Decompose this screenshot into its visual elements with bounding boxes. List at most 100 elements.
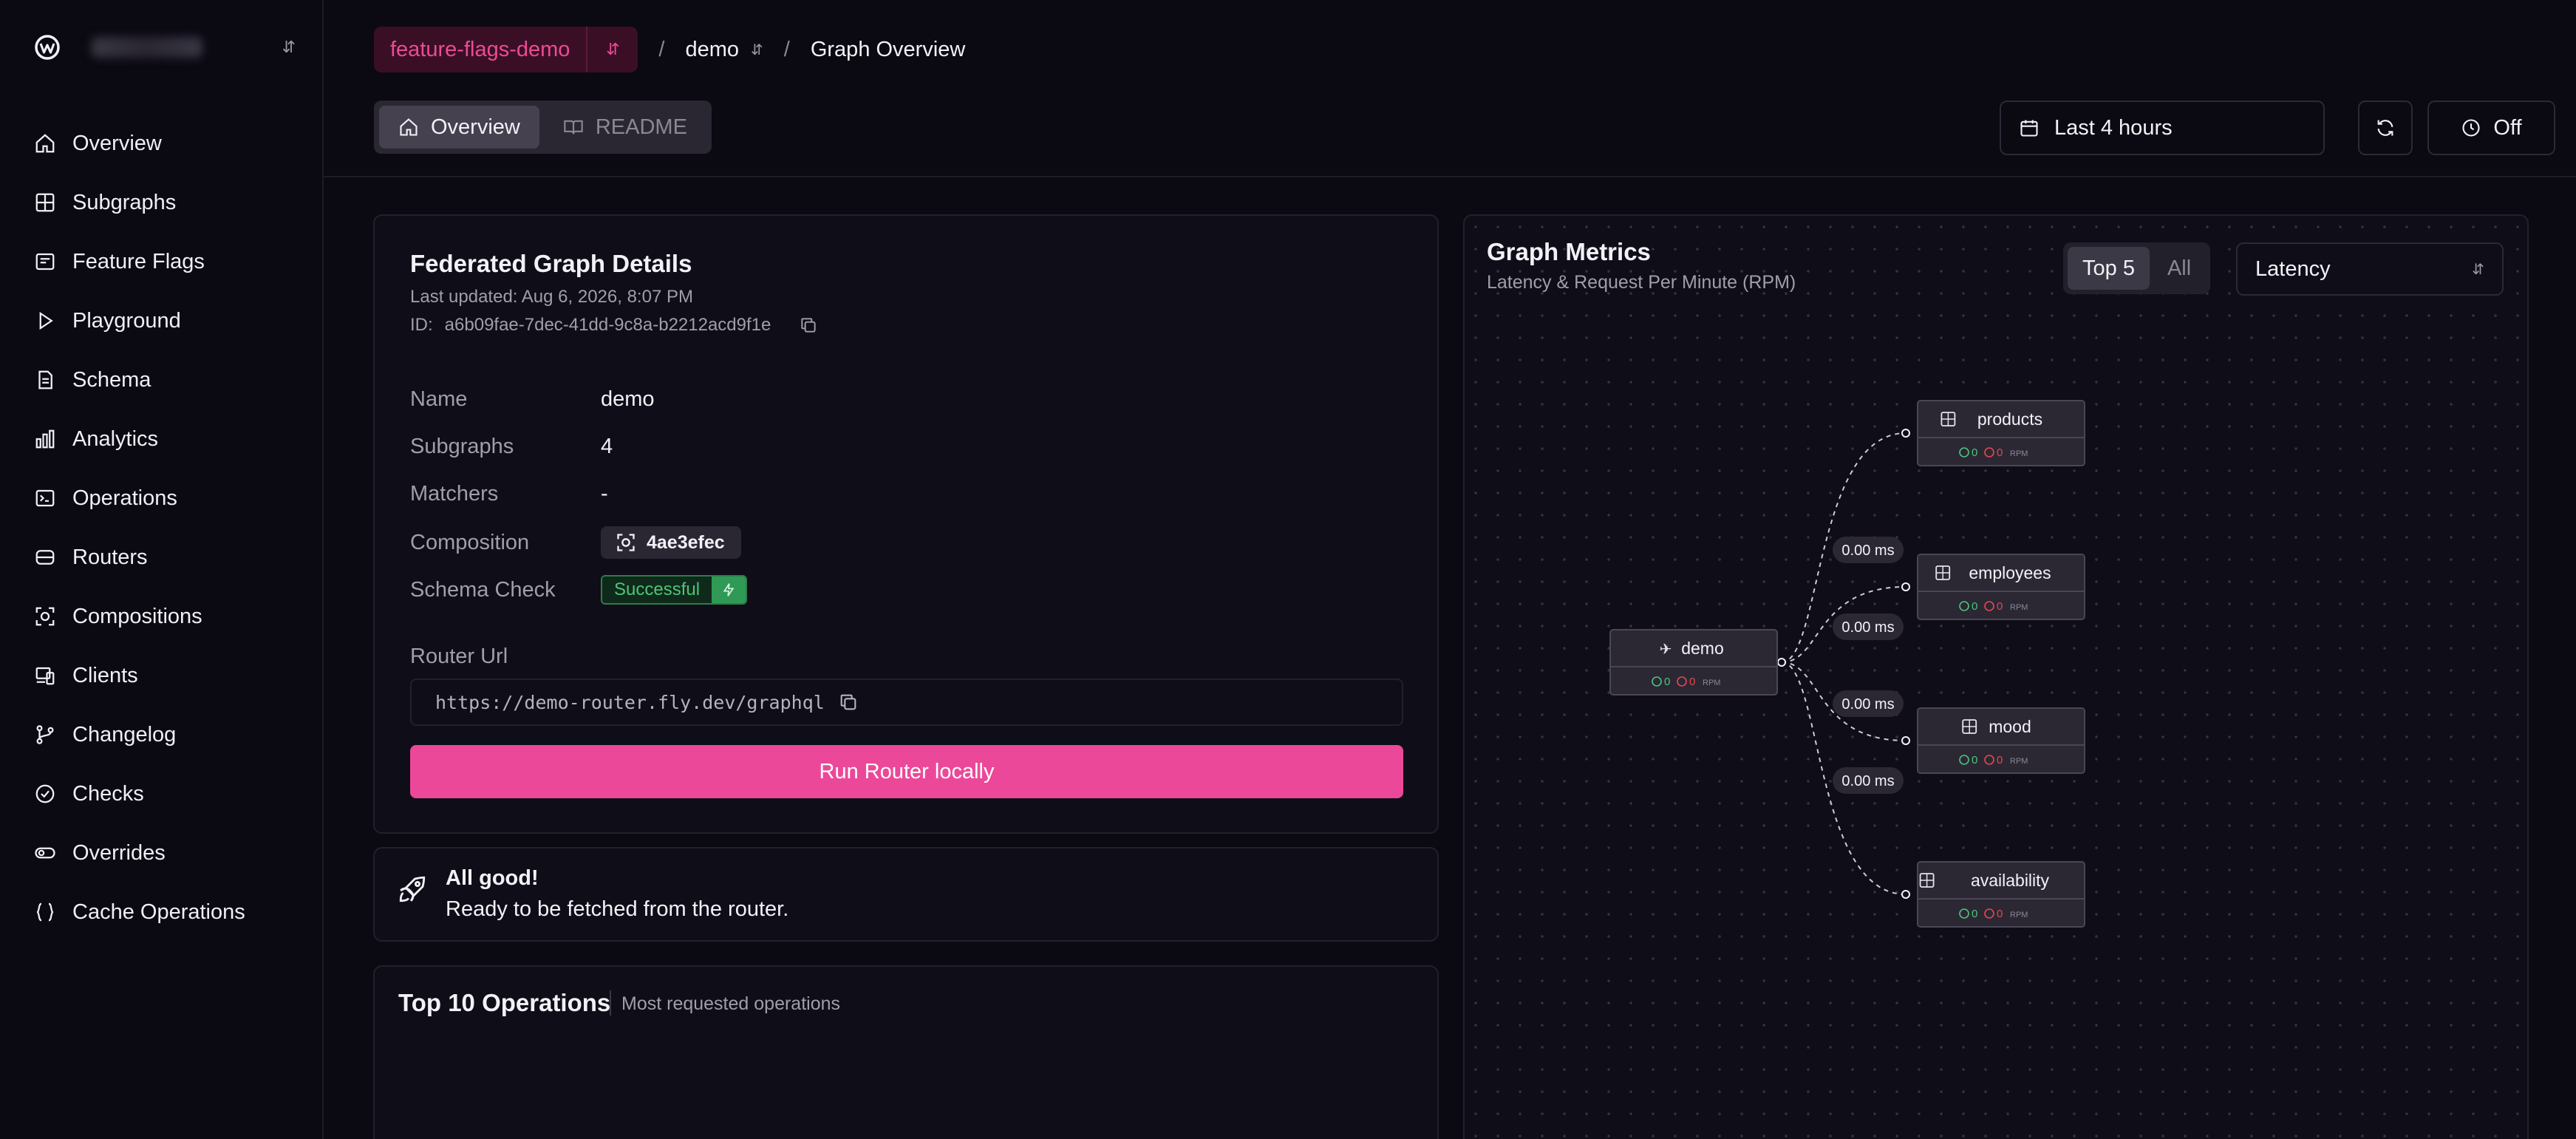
- sidebar-item-subgraphs[interactable]: Subgraphs: [34, 173, 307, 232]
- sidebar-item-label: Schema: [72, 367, 151, 392]
- error-count: 0: [1997, 908, 2003, 920]
- graph-metrics-card: Graph Metrics Latency & Request Per Minu…: [1463, 214, 2529, 1139]
- namespace-label: feature-flags-demo: [390, 37, 570, 61]
- wundergraph-logo-icon: [35, 35, 60, 60]
- bar-chart-icon: [35, 429, 55, 449]
- latency-value: 0.00 ms: [1841, 543, 1894, 559]
- flag-icon: [35, 253, 55, 271]
- node-label: employees: [1969, 563, 2051, 582]
- sidebar: ⇵ Overview Subgraphs Feature Flags Playg…: [0, 0, 324, 1139]
- request-count: 0: [1972, 600, 1977, 613]
- workspace-name-redacted: [92, 37, 202, 58]
- top-operations-card: Top 10 Operations Most requested operati…: [373, 965, 1439, 1139]
- rpm-unit: RPM: [2010, 757, 2028, 766]
- request-count: 0: [1972, 754, 1977, 766]
- router-url-field: https://demo-router.fly.dev/graphql: [410, 679, 1403, 726]
- server-icon: [35, 550, 55, 565]
- graph-details-card: Federated Graph Details Last updated: Au…: [373, 214, 1439, 834]
- sidebar-item-overrides[interactable]: Overrides: [34, 823, 307, 883]
- plane-icon: ✈: [1660, 640, 1672, 658]
- breadcrumb: feature-flags-demo ⇵ / demo ⇵ / Graph Ov…: [374, 27, 965, 72]
- router-url-label: Router Url: [410, 645, 508, 668]
- sidebar-item-schema[interactable]: Schema: [34, 350, 307, 409]
- sidebar-item-label: Operations: [72, 486, 177, 510]
- detail-row-composition: Composition 4ae3efec: [410, 526, 741, 559]
- detail-label: Composition: [410, 530, 530, 554]
- detail-label: Subgraphs: [410, 435, 514, 458]
- card-subtitle: Most requested operations: [621, 993, 841, 1014]
- sidebar-item-changelog[interactable]: Changelog: [34, 705, 307, 764]
- date-range-picker[interactable]: Last 4 hours: [2000, 101, 2325, 155]
- graph-id-label: ID:: [410, 315, 433, 335]
- run-router-button[interactable]: Run Router locally: [410, 745, 1403, 798]
- sidebar-item-label: Checks: [72, 781, 144, 806]
- sidebar-item-label: Compositions: [72, 604, 202, 628]
- request-count: 0: [1972, 908, 1977, 920]
- sidebar-item-feature-flags[interactable]: Feature Flags: [34, 232, 307, 291]
- detail-value: 4: [601, 435, 613, 458]
- sidebar-item-label: Analytics: [72, 426, 159, 451]
- home-icon: [35, 134, 55, 153]
- edge-handle: [1901, 890, 1910, 899]
- chevron-updown-icon[interactable]: ⇵: [586, 27, 638, 72]
- sidebar-item-operations[interactable]: Operations: [34, 469, 307, 528]
- router-url-value: https://demo-router.fly.dev/graphql: [435, 691, 825, 713]
- tab-readme[interactable]: README: [544, 106, 706, 149]
- grid-icon: [35, 193, 55, 212]
- detail-value: demo: [601, 387, 655, 411]
- detail-value: -: [601, 482, 608, 506]
- sidebar-item-label: Playground: [72, 308, 181, 333]
- page-title: Graph Overview: [810, 37, 966, 61]
- sidebar-item-overview[interactable]: Overview: [34, 114, 307, 173]
- play-icon: [39, 311, 53, 330]
- sidebar-item-analytics[interactable]: Analytics: [34, 409, 307, 469]
- tab-bar: Overview README: [374, 101, 712, 154]
- composition-icon: [617, 534, 635, 551]
- workspace-switcher[interactable]: ⇵: [33, 31, 296, 64]
- card-title: Federated Graph Details: [410, 250, 692, 277]
- composition-link[interactable]: 4ae3efec: [601, 526, 741, 559]
- node-label: mood: [1989, 717, 2031, 736]
- namespace-switcher[interactable]: feature-flags-demo ⇵: [374, 27, 638, 72]
- composition-id: 4ae3efec: [647, 531, 725, 553]
- sidebar-item-routers[interactable]: Routers: [34, 528, 307, 587]
- breadcrumb-separator: /: [783, 37, 790, 61]
- sidebar-item-cache-operations[interactable]: Cache Operations: [34, 883, 307, 942]
- node-label: availability: [1971, 871, 2050, 890]
- graph-switcher[interactable]: demo ⇵: [685, 38, 763, 62]
- error-count: 0: [1997, 754, 2003, 766]
- latency-value: 0.00 ms: [1841, 696, 1894, 713]
- sidebar-item-label: Routers: [72, 545, 148, 569]
- edge-handle: [1901, 582, 1910, 591]
- braces-icon: [36, 902, 54, 922]
- refresh-icon: [2377, 120, 2393, 136]
- auto-refresh-value: Off: [2493, 115, 2522, 140]
- devices-icon: [35, 667, 55, 685]
- auto-refresh-button[interactable]: Off: [2427, 101, 2555, 155]
- status-badge-text: Successful: [602, 577, 712, 603]
- request-count: 0: [1664, 676, 1670, 688]
- calendar-icon: [2020, 120, 2038, 137]
- latency-value: 0.00 ms: [1841, 773, 1894, 789]
- document-icon: [38, 370, 52, 390]
- rpm-unit: RPM: [2010, 449, 2028, 458]
- tab-overview[interactable]: Overview: [379, 106, 539, 149]
- copy-icon[interactable]: [838, 692, 859, 713]
- copy-icon[interactable]: [799, 316, 818, 335]
- refresh-button[interactable]: [2358, 101, 2413, 155]
- divider: [610, 990, 611, 1016]
- graph-id: ID: a6b09fae-7dec-41dd-9c8a-b2212acd9f1e: [410, 315, 818, 336]
- detail-row-name: Name demo: [410, 387, 655, 412]
- tab-label: README: [595, 115, 687, 139]
- detail-row-matchers: Matchers -: [410, 482, 608, 506]
- sidebar-item-playground[interactable]: Playground: [34, 291, 307, 350]
- edge-handle: [1777, 658, 1786, 667]
- sidebar-item-checks[interactable]: Checks: [34, 764, 307, 823]
- clock-icon: [2462, 119, 2480, 137]
- home-icon: [400, 118, 418, 136]
- composition-icon: [35, 607, 55, 626]
- status-badge[interactable]: Successful: [601, 575, 748, 605]
- sidebar-item-compositions[interactable]: Compositions: [34, 587, 307, 646]
- sidebar-item-clients[interactable]: Clients: [34, 646, 307, 705]
- edge-handle: [1901, 736, 1910, 745]
